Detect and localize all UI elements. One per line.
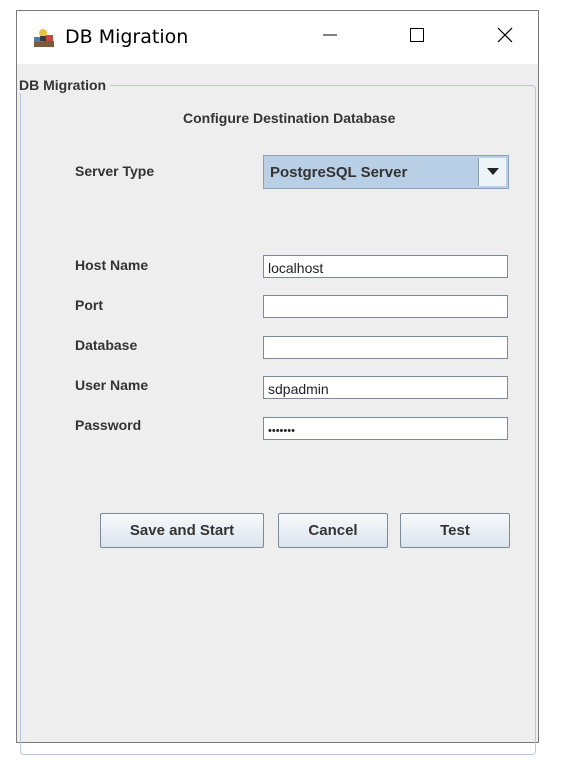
password-label: Password	[75, 417, 142, 433]
minimize-button[interactable]	[307, 11, 353, 64]
maximize-button[interactable]	[394, 11, 440, 64]
title-bar[interactable]: DB Migration	[17, 11, 538, 64]
app-icon	[32, 27, 56, 49]
host-name-input[interactable]	[263, 255, 508, 278]
database-label: Database	[75, 337, 138, 353]
password-input[interactable]	[263, 417, 508, 440]
window-title: DB Migration	[65, 26, 189, 48]
database-input[interactable]	[263, 336, 508, 359]
close-button[interactable]	[482, 11, 528, 64]
host-name-label: Host Name	[75, 257, 149, 273]
server-type-select[interactable]: PostgreSQL Server	[263, 155, 509, 189]
port-input[interactable]	[263, 295, 508, 318]
test-button[interactable]: Test	[400, 513, 510, 548]
db-migration-window: DB Migration DB Migration Configure Dest…	[16, 10, 539, 755]
user-name-input[interactable]	[263, 376, 508, 399]
minimize-icon	[322, 27, 338, 48]
server-type-label: Server Type	[75, 163, 155, 179]
group-legend: DB Migration	[17, 77, 111, 93]
maximize-icon	[409, 27, 425, 48]
user-name-label: User Name	[75, 377, 149, 393]
form-heading: Configure Destination Database	[183, 110, 396, 126]
window-content: DB Migration Configure Destination Datab…	[17, 64, 538, 755]
dropdown-button[interactable]	[478, 158, 506, 186]
cancel-button[interactable]: Cancel	[278, 513, 388, 548]
server-type-value: PostgreSQL Server	[270, 164, 408, 181]
save-and-start-button[interactable]: Save and Start	[100, 513, 264, 548]
chevron-down-icon	[486, 163, 499, 181]
port-label: Port	[75, 297, 103, 313]
close-icon	[497, 27, 513, 48]
